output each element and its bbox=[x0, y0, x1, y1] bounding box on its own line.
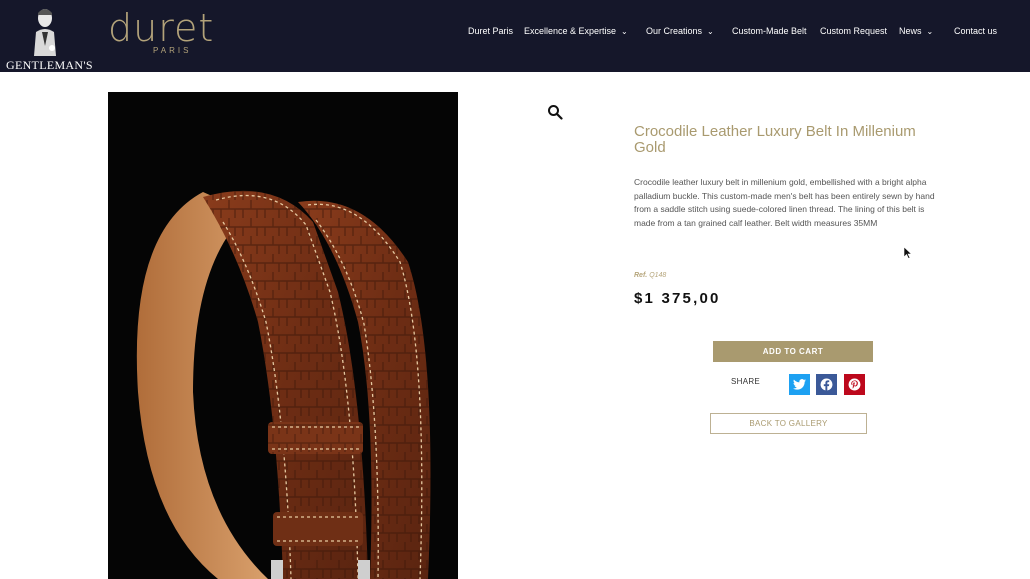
nav-item-label: News bbox=[899, 26, 922, 36]
share-facebook-button[interactable] bbox=[816, 374, 837, 395]
chevron-down-icon: ⌄ bbox=[926, 27, 934, 36]
product-image[interactable] bbox=[108, 92, 458, 579]
nav-item-excellence-expertise[interactable]: Excellence & Expertise ⌄ bbox=[524, 26, 628, 36]
product-description: Crocodile leather luxury belt in milleni… bbox=[634, 177, 935, 228]
nav-item-custom-made-belt[interactable]: Custom-Made Belt bbox=[732, 26, 807, 36]
site-header: GENTLEMAN'S duret PARIS Duret Paris Exce… bbox=[0, 0, 1030, 72]
nav-item-label: Custom-Made Belt bbox=[732, 26, 807, 36]
nav-item-label: Custom Request bbox=[820, 26, 888, 36]
nav-item-label: Duret Paris bbox=[468, 26, 514, 36]
share-pinterest-button[interactable] bbox=[844, 374, 865, 395]
pinterest-icon bbox=[848, 378, 861, 391]
main-nav: Duret Paris Excellence & Expertise ⌄ Our … bbox=[0, 26, 1030, 40]
facebook-icon bbox=[820, 378, 833, 391]
nav-item-custom-request[interactable]: Custom Request bbox=[820, 26, 887, 36]
nav-item-duret-paris[interactable]: Duret Paris bbox=[468, 26, 513, 36]
duret-logo-subtitle: PARIS bbox=[153, 46, 192, 55]
reference-label: Ref. bbox=[634, 272, 648, 279]
product-title: Crocodile Leather Luxury Belt In Milleni… bbox=[634, 123, 916, 156]
nav-item-label: Excellence & Expertise bbox=[524, 26, 617, 36]
product-reference: Ref. Q148 bbox=[634, 272, 666, 279]
twitter-icon bbox=[793, 379, 806, 390]
nav-item-label: Our Creations bbox=[646, 26, 703, 36]
reference-value: Q148 bbox=[649, 272, 667, 279]
chevron-down-icon: ⌄ bbox=[707, 27, 714, 36]
share-twitter-button[interactable] bbox=[789, 374, 810, 395]
nav-item-our-creations[interactable]: Our Creations ⌄ bbox=[646, 26, 714, 36]
gentlemans-logo-text: GENTLEMAN'S bbox=[6, 58, 93, 72]
mouse-cursor-icon bbox=[904, 247, 912, 259]
nav-item-news[interactable]: News ⌄ bbox=[899, 26, 933, 36]
nav-item-contact-us[interactable]: Contact us bbox=[954, 26, 997, 36]
nav-item-label: Contact us bbox=[954, 26, 998, 36]
chevron-down-icon: ⌄ bbox=[621, 27, 628, 36]
product-price: $1 375,00 bbox=[634, 290, 721, 307]
add-to-cart-button[interactable]: ADD TO CART bbox=[713, 341, 873, 362]
crocodile-belt-illustration bbox=[136, 190, 431, 579]
share-label: SHARE bbox=[731, 377, 761, 386]
zoom-magnifier-icon[interactable] bbox=[547, 104, 563, 120]
back-to-gallery-button[interactable]: BACK TO GALLERY bbox=[710, 413, 867, 434]
